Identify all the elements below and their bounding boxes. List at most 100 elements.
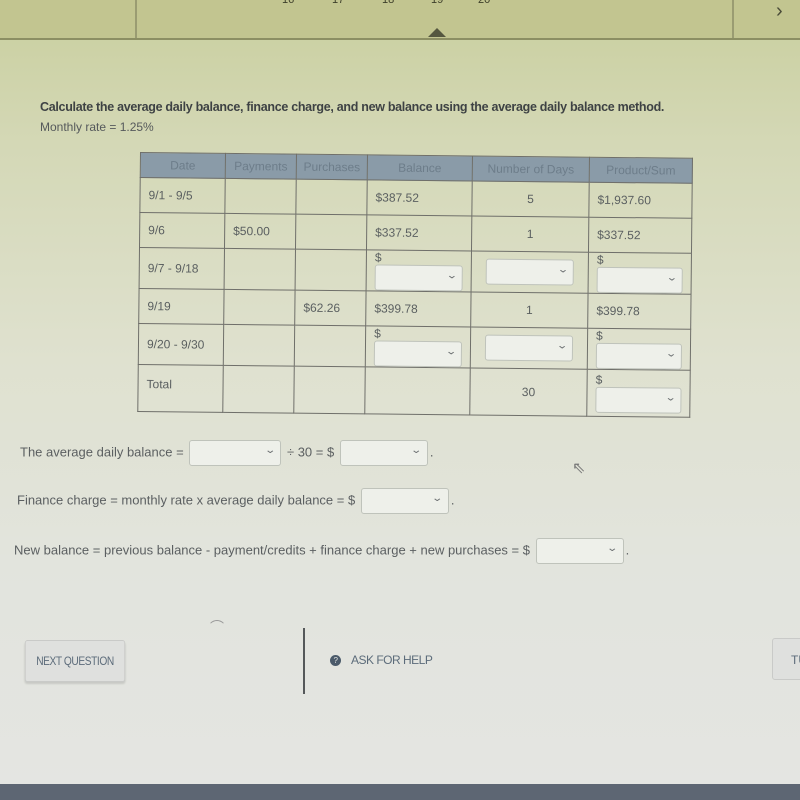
- cell-product: $ ⌄: [586, 369, 691, 418]
- cell-balance: $399.78: [365, 290, 472, 327]
- cell-product: $1,937.60: [588, 182, 693, 219]
- ask-for-help-label: ASK FOR HELP: [351, 653, 433, 667]
- cell-purchases: [295, 249, 367, 291]
- current-page-marker-icon: [428, 28, 446, 37]
- product-select-9-20[interactable]: ⌄: [595, 342, 683, 370]
- table-row: 9/1 - 9/5 $387.52 5 $1,937.60: [139, 177, 693, 219]
- cell-date: 9/6: [139, 212, 225, 249]
- page-number[interactable]: 17: [332, 0, 344, 6]
- chevron-down-icon: ⌄: [445, 270, 458, 282]
- cell-product: $399.78: [587, 293, 692, 330]
- chevron-down-icon: ⌄: [556, 264, 569, 276]
- cell-purchases: [295, 214, 367, 250]
- header-date: Date: [140, 152, 226, 179]
- cell-date: 9/19: [138, 288, 225, 325]
- average-daily-balance-select[interactable]: ⌄: [339, 440, 428, 466]
- mouse-cursor-icon: ⇖: [572, 460, 586, 477]
- cell-balance: $ ⌄: [366, 249, 472, 292]
- monthly-rate: Monthly rate = 1.25%: [40, 120, 154, 134]
- partial-right-button[interactable]: TU: [772, 638, 800, 680]
- cell-payments: [224, 178, 297, 215]
- question-instruction: Calculate the average daily balance, fin…: [40, 100, 665, 114]
- ask-for-help-link[interactable]: ? ASK FOR HELP: [330, 653, 433, 667]
- header-product-sum: Product/Sum: [589, 157, 693, 184]
- finance-charge-select[interactable]: ⌄: [360, 488, 449, 514]
- cell-balance: $ ⌄: [365, 325, 471, 368]
- finance-charge-label: Finance charge = monthly rate x average …: [17, 492, 356, 508]
- page-number-current[interactable]: 19: [431, 0, 443, 6]
- header-payments: Payments: [225, 153, 297, 180]
- chevron-down-icon: ⌄: [264, 445, 277, 456]
- cell-purchases: [294, 325, 366, 367]
- cell-product: $ ⌄: [587, 328, 691, 371]
- product-sum-select[interactable]: ⌄: [189, 440, 282, 466]
- table-row: 9/20 - 9/30 $ ⌄ ⌄ $ ⌄: [138, 323, 691, 371]
- currency-symbol: $: [374, 326, 381, 341]
- finance-charge-line: Finance charge = monthly rate x average …: [17, 488, 454, 514]
- currency-symbol: $: [595, 372, 603, 387]
- next-question-button[interactable]: NEXT QUESTION: [24, 640, 126, 682]
- chevron-down-icon: ⌄: [431, 493, 444, 504]
- cell-days: 5: [471, 180, 590, 218]
- average-daily-balance-line: The average daily balance = ⌄ ÷ 30 = $ ⌄…: [20, 440, 433, 466]
- new-balance-select[interactable]: ⌄: [535, 538, 624, 564]
- cell-days: 1: [470, 291, 589, 329]
- chevron-down-icon: ⌄: [410, 445, 423, 456]
- divide-label: ÷ 30 = $: [286, 444, 335, 460]
- period: .: [429, 444, 434, 460]
- chevron-down-icon: ⌄: [555, 340, 568, 352]
- cell-date: Total: [137, 364, 224, 413]
- divider: [303, 628, 305, 694]
- table-row: 9/6 $50.00 $337.52 1 $337.52: [139, 212, 692, 254]
- cell-purchases: $62.26: [294, 290, 367, 326]
- cell-product: $ ⌄: [588, 252, 692, 295]
- cell-payments: [222, 365, 295, 414]
- cell-balance: [364, 366, 471, 415]
- cell-days: ⌄: [470, 326, 588, 370]
- stray-mark-icon: ⌒: [210, 619, 224, 635]
- page-number[interactable]: 16: [282, 0, 294, 6]
- period: .: [450, 492, 455, 508]
- cell-payments: [223, 289, 296, 326]
- currency-symbol: $: [596, 252, 604, 267]
- next-page-arrow-icon[interactable]: ›: [776, 0, 783, 23]
- cell-days-total: 30: [469, 367, 588, 417]
- currency-symbol: $: [374, 250, 382, 265]
- balance-select-9-20[interactable]: ⌄: [373, 340, 463, 368]
- new-balance-label: New balance = previous balance - payment…: [14, 542, 530, 558]
- period: .: [625, 542, 630, 558]
- help-icon: ?: [330, 654, 341, 666]
- product-total-select[interactable]: ⌄: [595, 386, 682, 414]
- bottom-bar: [0, 784, 800, 800]
- cell-days: ⌄: [471, 250, 589, 294]
- page-number[interactable]: 20: [478, 0, 490, 6]
- table-row: 9/19 $62.26 $399.78 1 $399.78: [138, 288, 692, 330]
- cell-payments: [223, 324, 295, 367]
- page-numbers: 16 17 18 19 20: [0, 0, 800, 8]
- table-row: 9/7 - 9/18 $ ⌄ ⌄ $ ⌄: [139, 247, 692, 295]
- table-row-total: Total 30 $ ⌄: [137, 364, 691, 418]
- cell-product: $337.52: [588, 217, 692, 254]
- page-number[interactable]: 18: [382, 0, 394, 6]
- days-select-9-20[interactable]: ⌄: [484, 334, 574, 362]
- days-select-9-7[interactable]: ⌄: [485, 258, 574, 286]
- header-number-of-days: Number of Days: [472, 155, 590, 183]
- avg-daily-label: The average daily balance =: [20, 444, 184, 460]
- product-select-9-7[interactable]: ⌄: [596, 266, 683, 294]
- header-balance: Balance: [367, 154, 473, 181]
- new-balance-line: New balance = previous balance - payment…: [14, 538, 629, 564]
- cell-balance: $337.52: [366, 214, 472, 251]
- cell-purchases: [293, 366, 366, 414]
- question-navigation-bar: 16 17 18 19 20 ›: [0, 0, 800, 40]
- header-purchases: Purchases: [296, 154, 368, 180]
- cell-date: 9/1 - 9/5: [139, 177, 226, 214]
- cell-date: 9/20 - 9/30: [138, 323, 224, 366]
- cell-payments: [224, 248, 296, 291]
- balance-select-9-7[interactable]: ⌄: [374, 264, 463, 292]
- cell-payments: $50.00: [224, 213, 296, 250]
- cell-date: 9/7 - 9/18: [139, 247, 225, 290]
- cell-balance: $387.52: [366, 179, 473, 216]
- currency-symbol: $: [596, 328, 603, 343]
- cell-days: 1: [471, 215, 589, 253]
- chevron-down-icon: ⌄: [444, 346, 457, 358]
